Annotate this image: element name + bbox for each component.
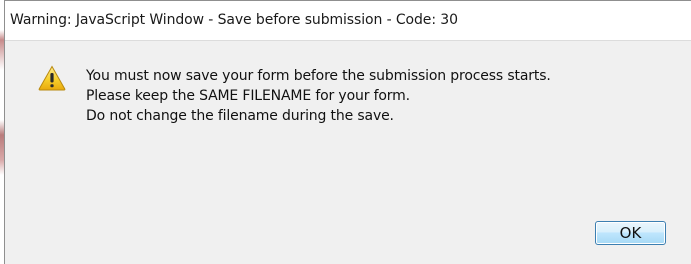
dialog-message: You must now save your form before the s… — [86, 66, 551, 126]
warning-triangle-icon — [38, 65, 66, 91]
message-line: You must now save your form before the s… — [86, 68, 551, 84]
screen: Warning: JavaScript Window - Save before… — [0, 0, 691, 264]
message-line: Please keep the SAME FILENAME for your f… — [86, 88, 410, 104]
message-line: Do not change the filename during the sa… — [86, 108, 394, 124]
dialog-content: You must now save your form before the s… — [5, 41, 691, 264]
dialog-titlebar[interactable]: Warning: JavaScript Window - Save before… — [5, 1, 691, 41]
ok-button[interactable]: OK — [595, 221, 666, 245]
dialog-title: Warning: JavaScript Window - Save before… — [10, 12, 458, 28]
warning-dialog: Warning: JavaScript Window - Save before… — [4, 0, 691, 264]
